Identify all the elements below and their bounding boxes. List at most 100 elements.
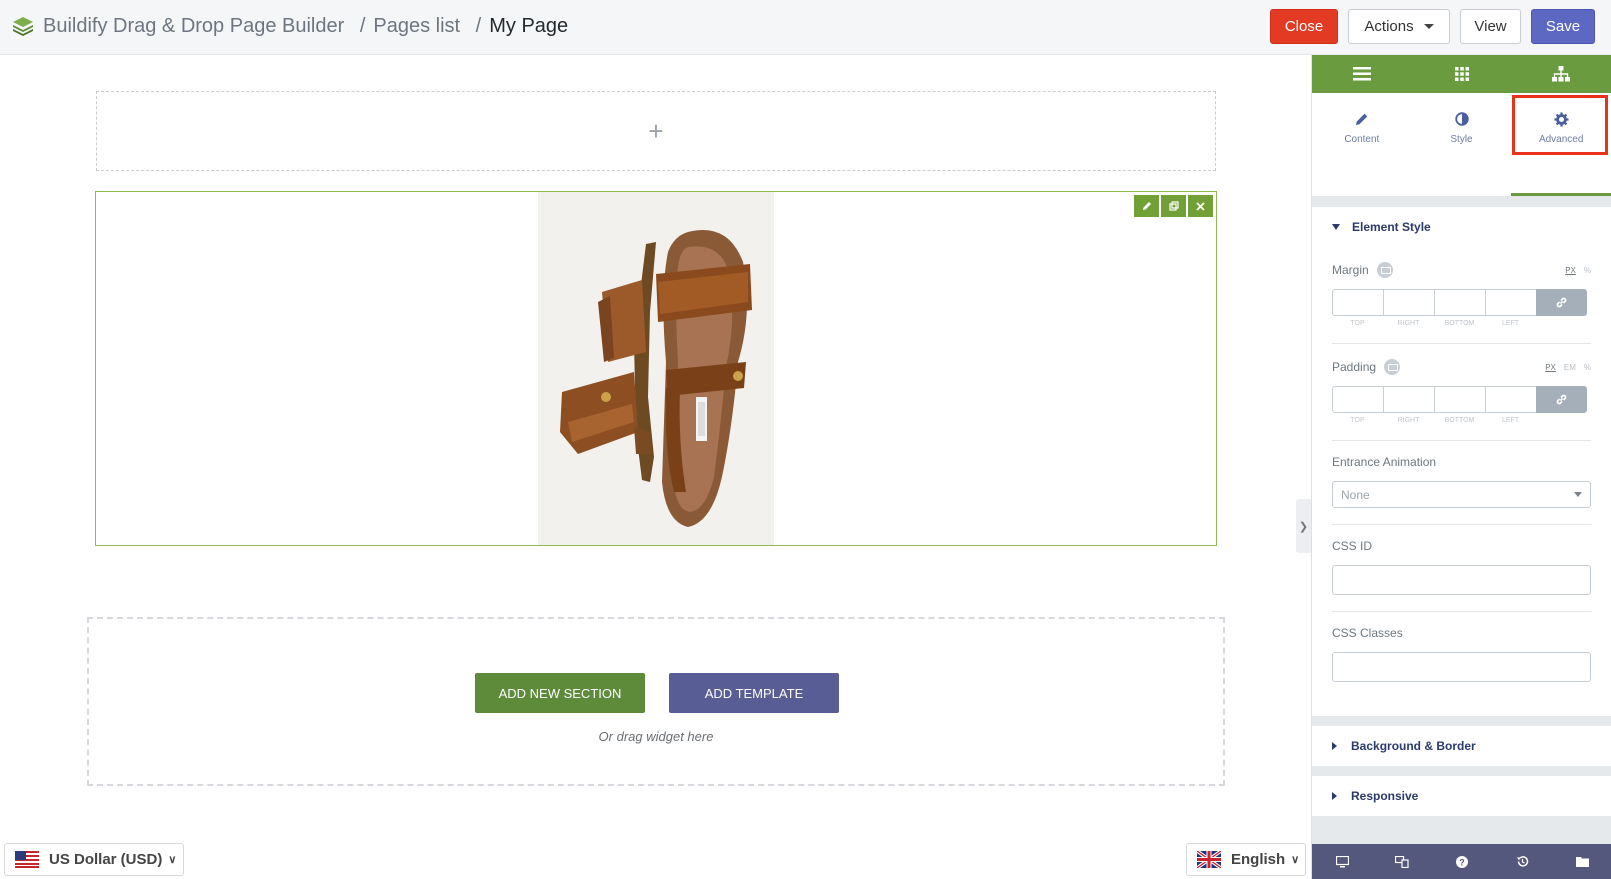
svg-text:?: ? [1459,857,1465,867]
folder-icon[interactable] [1552,844,1611,879]
background-border-section-header[interactable]: Background & Border [1312,726,1611,766]
padding-left-input[interactable] [1485,386,1536,413]
sandals-photo-icon [538,192,774,545]
background-border-title: Background & Border [1351,739,1476,753]
breadcrumb-separator: / [359,15,366,37]
chevron-down-icon: ∨ [168,854,177,866]
entrance-animation-select[interactable]: None [1332,481,1591,508]
currency-selector[interactable]: US Dollar (USD) ∨ [4,843,184,876]
responsive-devices-icon[interactable] [1372,844,1432,879]
margin-units: PX % [1565,266,1591,275]
padding-bottom-input[interactable] [1434,386,1485,413]
pencil-icon [1355,113,1368,125]
history-icon[interactable] [1492,844,1552,879]
plus-icon[interactable]: + [648,118,663,144]
chevron-right-icon: ❯ [1298,520,1309,533]
unit-percent[interactable]: % [1584,266,1591,275]
panel-footer: ? [1312,844,1611,879]
unit-em[interactable]: EM [1564,363,1576,372]
duplicate-icon[interactable] [1161,195,1186,217]
language-label: English [1231,851,1286,868]
desktop-view-icon[interactable] [1312,844,1372,879]
empty-section[interactable]: + [96,91,1216,171]
add-section-dropzone: ADD NEW SECTION ADD TEMPLATE Or drag wid… [87,617,1225,786]
us-flag-icon [15,851,39,868]
css-classes-input[interactable] [1332,652,1591,682]
save-button[interactable]: Save [1531,9,1595,44]
padding-right-input[interactable] [1383,386,1434,413]
margin-control: Margin PX % TOP RIGHT BOTTOM LEFT [1332,247,1591,344]
save-button-label: Save [1545,18,1581,35]
language-selector[interactable]: English ∨ [1186,843,1306,876]
contrast-icon [1454,112,1469,126]
padding-left-label: LEFT [1501,417,1520,424]
top-bar: Buildify Drag & Drop Page Builder / Pages… [0,0,1611,55]
add-template-button[interactable]: ADD TEMPLATE [669,673,839,713]
entrance-animation-value: None [1341,487,1370,502]
uk-flag-icon [1197,851,1221,868]
padding-top-input[interactable] [1332,386,1383,413]
view-button[interactable]: View [1460,9,1521,44]
margin-top-label: TOP [1350,320,1365,327]
margin-left-input[interactable] [1485,289,1536,316]
panel-tabs: Content Style Advanced [1312,93,1611,197]
unit-px[interactable]: PX [1545,363,1556,372]
layers-logo-icon [13,17,33,36]
highlight-box [1512,95,1608,155]
unit-px[interactable]: PX [1565,266,1576,275]
navigator-sitemap-icon[interactable] [1511,55,1611,93]
responsive-desktop-icon[interactable] [1376,261,1393,278]
help-icon[interactable]: ? [1432,844,1492,879]
edit-section-pencil-icon[interactable] [1134,195,1159,217]
actions-button-label: Actions [1364,18,1414,35]
margin-left-label: LEFT [1501,320,1520,327]
app-title-link[interactable]: Buildify Drag & Drop Page Builder [43,15,344,37]
caret-right-icon [1332,792,1337,800]
menu-hamburger-icon[interactable] [1312,55,1412,93]
widgets-grid-icon[interactable] [1412,55,1512,93]
editor-panel: Content Style Advanced Element Style Mar… [1311,55,1611,879]
actions-dropdown-button[interactable]: Actions [1348,9,1450,44]
chevron-down-icon: ∨ [1291,854,1300,866]
link-values-icon[interactable] [1536,289,1587,316]
delete-x-icon[interactable] [1188,195,1213,217]
responsive-section-header[interactable]: Responsive [1312,776,1611,816]
css-id-control: CSS ID [1332,525,1591,612]
editor-canvas: + ADD NEW SECTION ADD TEMPLATE Or drag w… [0,55,1311,879]
close-button-label: Close [1284,18,1324,35]
close-button[interactable]: Close [1270,9,1338,44]
element-style-section-header[interactable]: Element Style [1312,207,1611,247]
css-id-label: CSS ID [1332,539,1373,553]
sandals-image[interactable] [538,192,774,545]
pages-list-link[interactable]: Pages list [373,15,460,37]
tab-style-label: Style [1450,134,1473,145]
css-classes-control: CSS Classes [1332,612,1591,698]
caret-down-icon [1574,492,1582,497]
panel-gap [1312,716,1611,726]
margin-bottom-input[interactable] [1434,289,1485,316]
unit-percent[interactable]: % [1584,363,1591,372]
view-button-label: View [1474,18,1507,35]
tab-style[interactable]: Style [1412,93,1512,196]
padding-bottom-label: BOTTOM [1444,417,1475,424]
panel-top-bar [1312,55,1611,93]
responsive-desktop-icon[interactable] [1384,358,1401,375]
margin-right-input[interactable] [1383,289,1434,316]
padding-right-label: RIGHT [1397,417,1420,424]
link-values-icon[interactable] [1536,386,1587,413]
add-new-section-button[interactable]: ADD NEW SECTION [475,673,645,713]
breadcrumb-separator: / [475,15,482,37]
padding-control: Padding PX EM % TOP RIGHT BOTTOM LEFT [1332,344,1591,441]
css-classes-label: CSS Classes [1332,626,1403,640]
image-section[interactable] [95,191,1217,546]
panel-collapse-handle[interactable]: ❯ [1296,499,1311,553]
css-id-input[interactable] [1332,565,1591,595]
padding-units: PX EM % [1545,363,1591,372]
tab-content[interactable]: Content [1312,93,1412,196]
padding-label: Padding [1332,360,1377,374]
margin-top-input[interactable] [1332,289,1383,316]
margin-label: Margin [1332,263,1369,277]
margin-right-label: RIGHT [1397,320,1420,327]
entrance-animation-label: Entrance Animation [1332,455,1437,469]
element-style-section-body: Margin PX % TOP RIGHT BOTTOM LEFT Paddin… [1312,247,1611,716]
